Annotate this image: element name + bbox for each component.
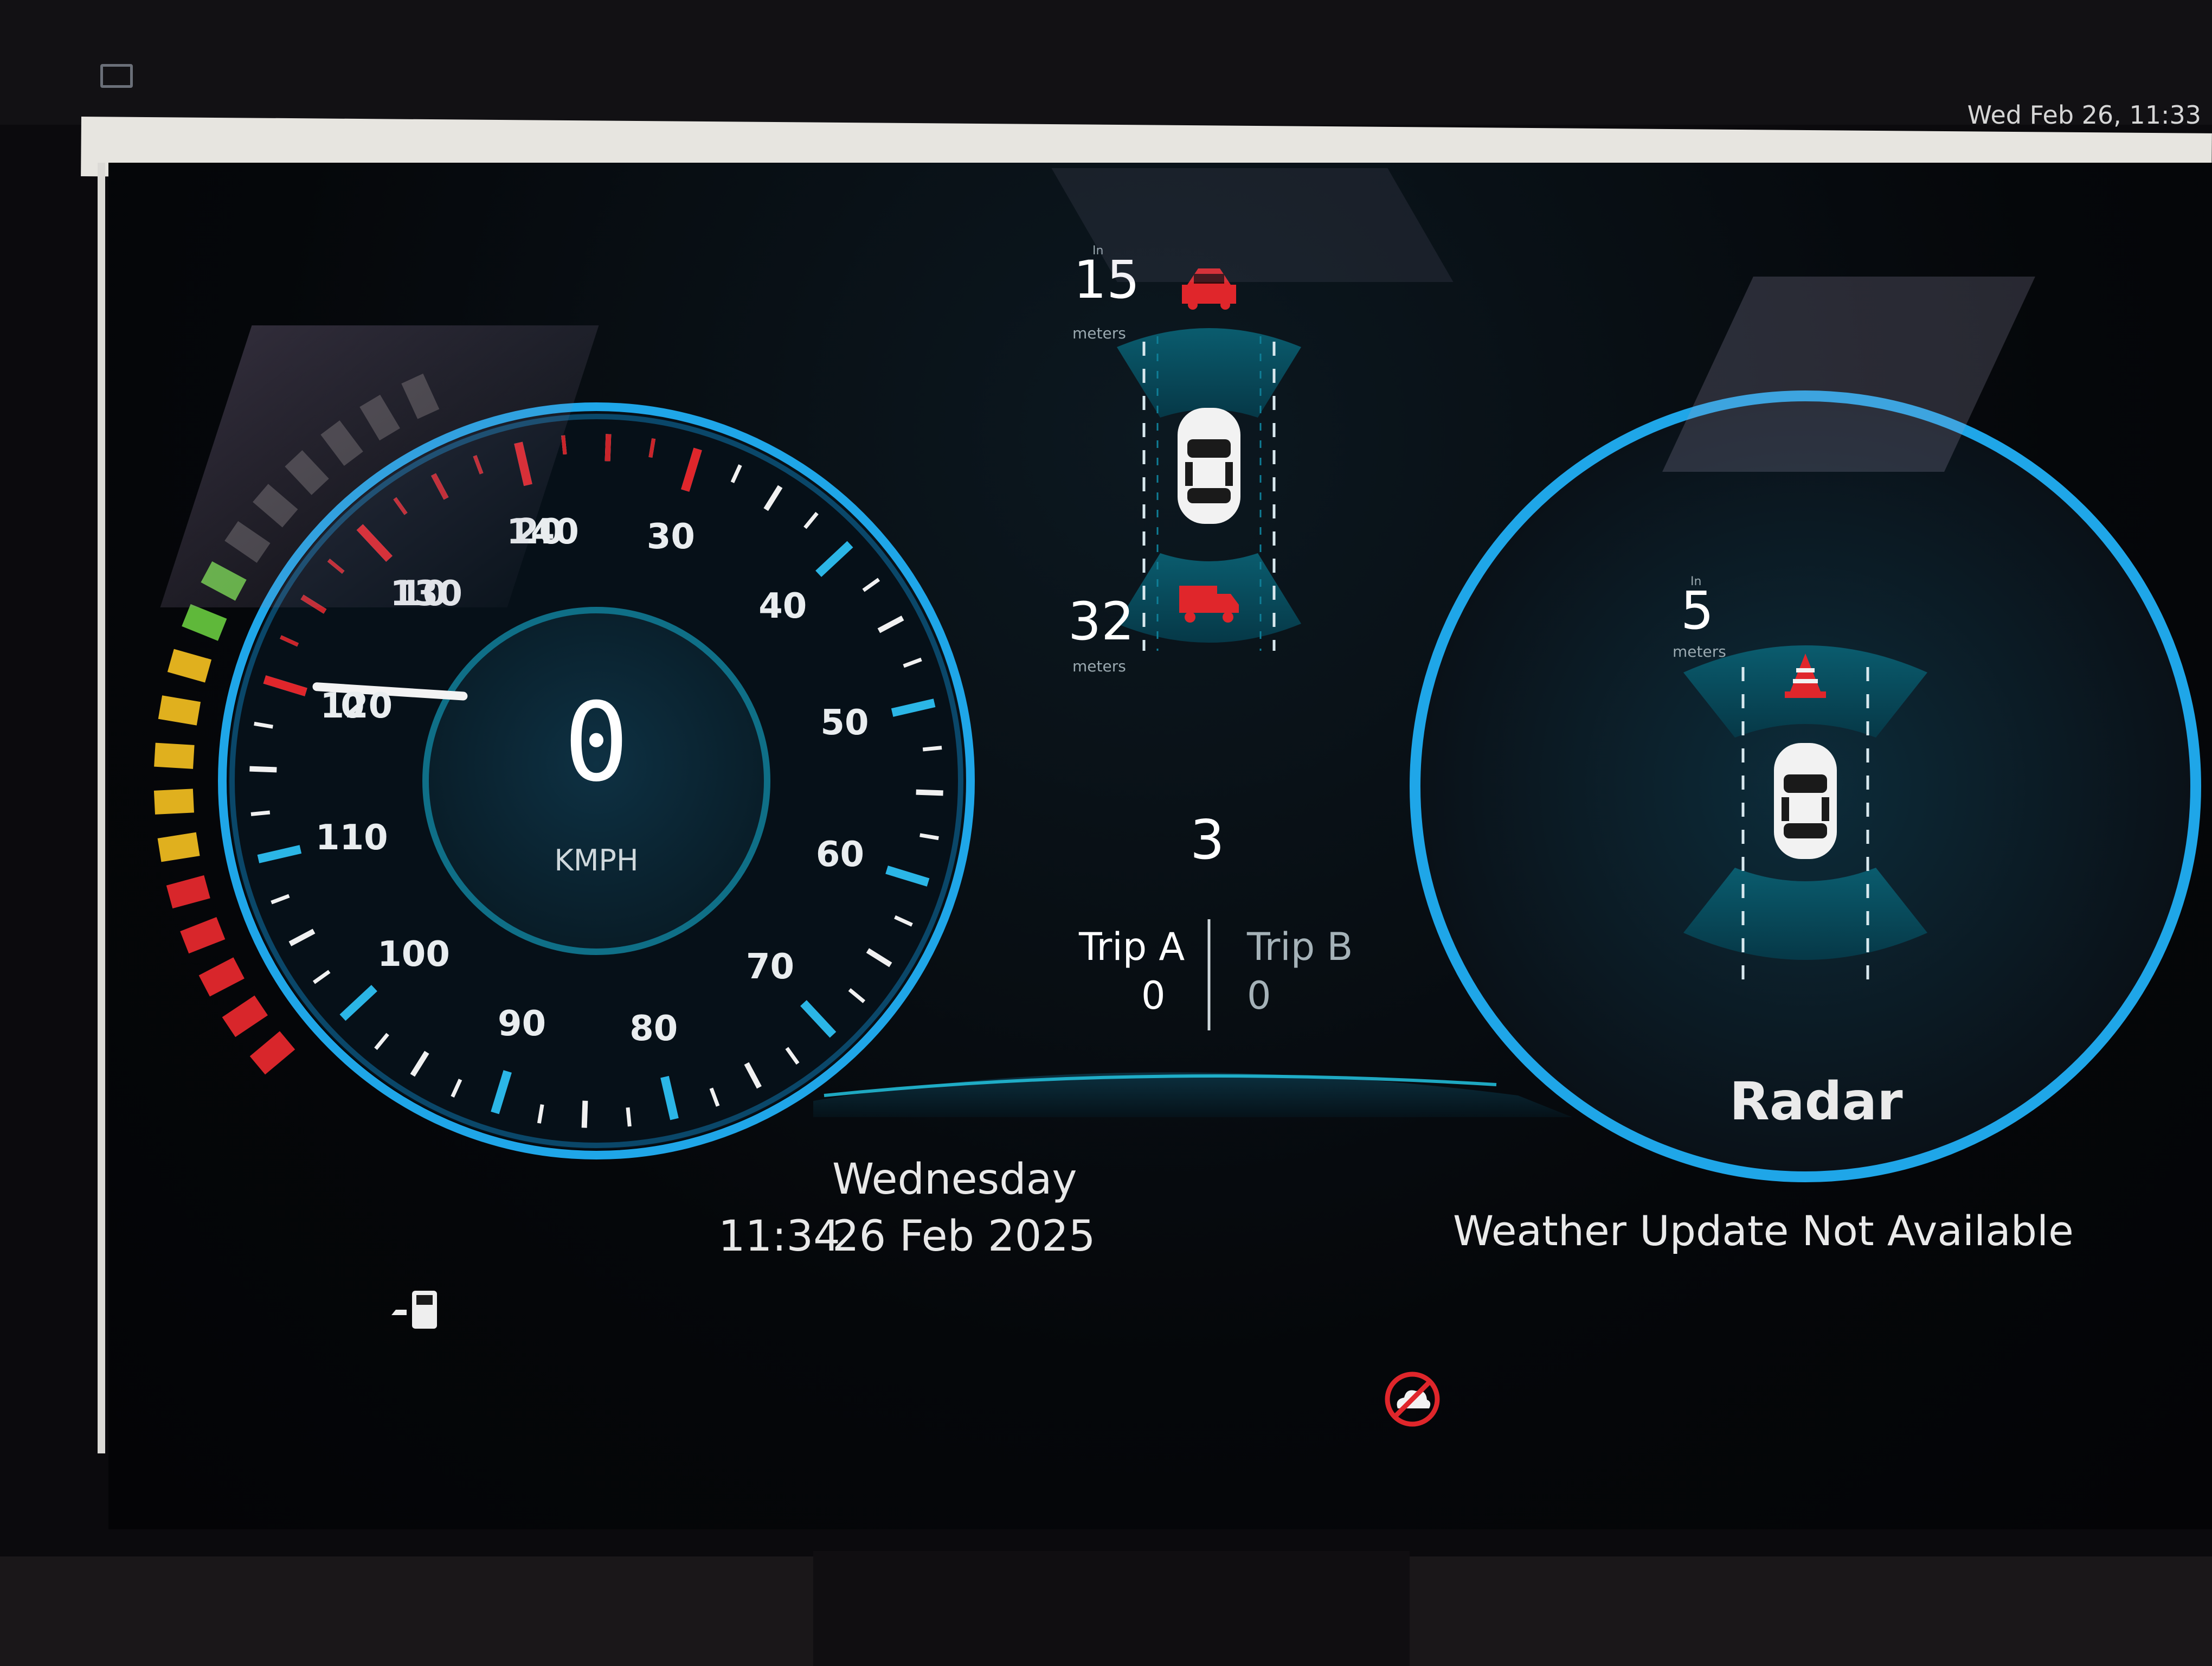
speed-tick-label: 60 <box>815 835 864 875</box>
weather-unavailable-icon <box>1385 1372 1440 1427</box>
speed-tick-label: 110 <box>316 817 388 858</box>
speed-tick-label: 90 <box>498 1004 546 1045</box>
fuel-pump-icon <box>391 1291 437 1329</box>
trip-b-value: 0 <box>1247 973 1271 1018</box>
radar-label: Radar <box>1729 1071 1903 1132</box>
weather-status: Weather Update Not Available <box>1453 1207 2074 1255</box>
rear-distance-unit: meters <box>1072 657 1126 675</box>
front-distance-value: 15 <box>1073 249 1140 310</box>
monitor-stand <box>813 1551 1410 1666</box>
front-vehicle-icon <box>1182 268 1236 310</box>
radar-distance-value: 5 <box>1681 580 1714 641</box>
speed-tick <box>916 789 943 796</box>
speed-tick <box>561 435 567 455</box>
instrument-cluster: 0 KMPH 0 10 20 30 40 50 60 70 80 90 100 110 120 130 14… <box>108 163 2212 1529</box>
day-of-week: Wednesday <box>832 1155 1077 1204</box>
trip-b-label: Trip B <box>1247 925 1353 969</box>
window-border <box>98 163 105 1453</box>
fuel-segment <box>158 695 201 726</box>
gear-indicator: 3 <box>1190 808 1225 872</box>
speed-tick <box>581 1100 588 1128</box>
radar-ego-car-icon <box>1774 743 1837 859</box>
taskbar: Wed Feb 26, 11:33 <box>0 0 2212 130</box>
trip-a-value: 0 <box>1141 973 1166 1018</box>
fuel-segment <box>222 995 268 1037</box>
speed-tick-label: 30 <box>646 516 695 557</box>
speed-tick-label: 100 <box>377 934 450 975</box>
speed-tick-label: 120 <box>320 685 393 726</box>
fuel-segment <box>182 604 227 641</box>
speed-unit: KMPH <box>554 843 639 877</box>
speed-tick-label: 80 <box>629 1008 678 1049</box>
speed-tick <box>626 1107 632 1127</box>
fuel-segment <box>166 875 210 909</box>
fuel-segment <box>167 649 212 683</box>
trip-a-label: Trip A <box>1079 925 1185 969</box>
road-floor <box>813 1072 1572 1117</box>
fuel-segment <box>253 484 298 528</box>
speed-tick <box>250 810 271 816</box>
proximity-radar <box>1117 268 1301 651</box>
fuel-segment <box>359 394 400 441</box>
taskbar-clock: Wed Feb 26, 11:33 <box>1967 100 2201 130</box>
speed-tick <box>922 746 942 752</box>
fuel-segment <box>285 450 329 495</box>
speed-tick-label: 130 <box>390 574 463 614</box>
speed-tick <box>249 766 277 773</box>
clock-time: 11:34 <box>718 1212 840 1261</box>
fuel-segment <box>249 1031 295 1075</box>
radar-panel <box>1410 390 2201 1182</box>
speed-tick <box>605 434 612 462</box>
fuel-segment <box>157 832 200 862</box>
fuel-segment <box>153 789 194 815</box>
speed-tick-label: 40 <box>758 586 807 627</box>
rear-distance-value: 32 <box>1068 591 1135 652</box>
fuel-segment <box>320 420 363 466</box>
calendar-date: 26 Feb 2025 <box>832 1212 1096 1261</box>
radar-distance-unit: meters <box>1673 643 1726 661</box>
fuel-segment <box>401 373 440 419</box>
ego-car-icon <box>1178 408 1240 524</box>
fuel-segment <box>224 521 271 563</box>
speed-tick-label: 140 <box>506 512 579 553</box>
fuel-segment <box>154 742 195 769</box>
speed-readout: 0 <box>563 680 629 806</box>
speed-tick-label: 70 <box>746 946 795 987</box>
front-distance-unit: meters <box>1072 324 1126 342</box>
fuel-segment <box>180 917 226 954</box>
speed-tick-label: 50 <box>820 703 869 744</box>
fuel-segment <box>198 957 245 997</box>
fuel-segment <box>201 561 247 601</box>
window-list-icon[interactable] <box>100 64 133 88</box>
